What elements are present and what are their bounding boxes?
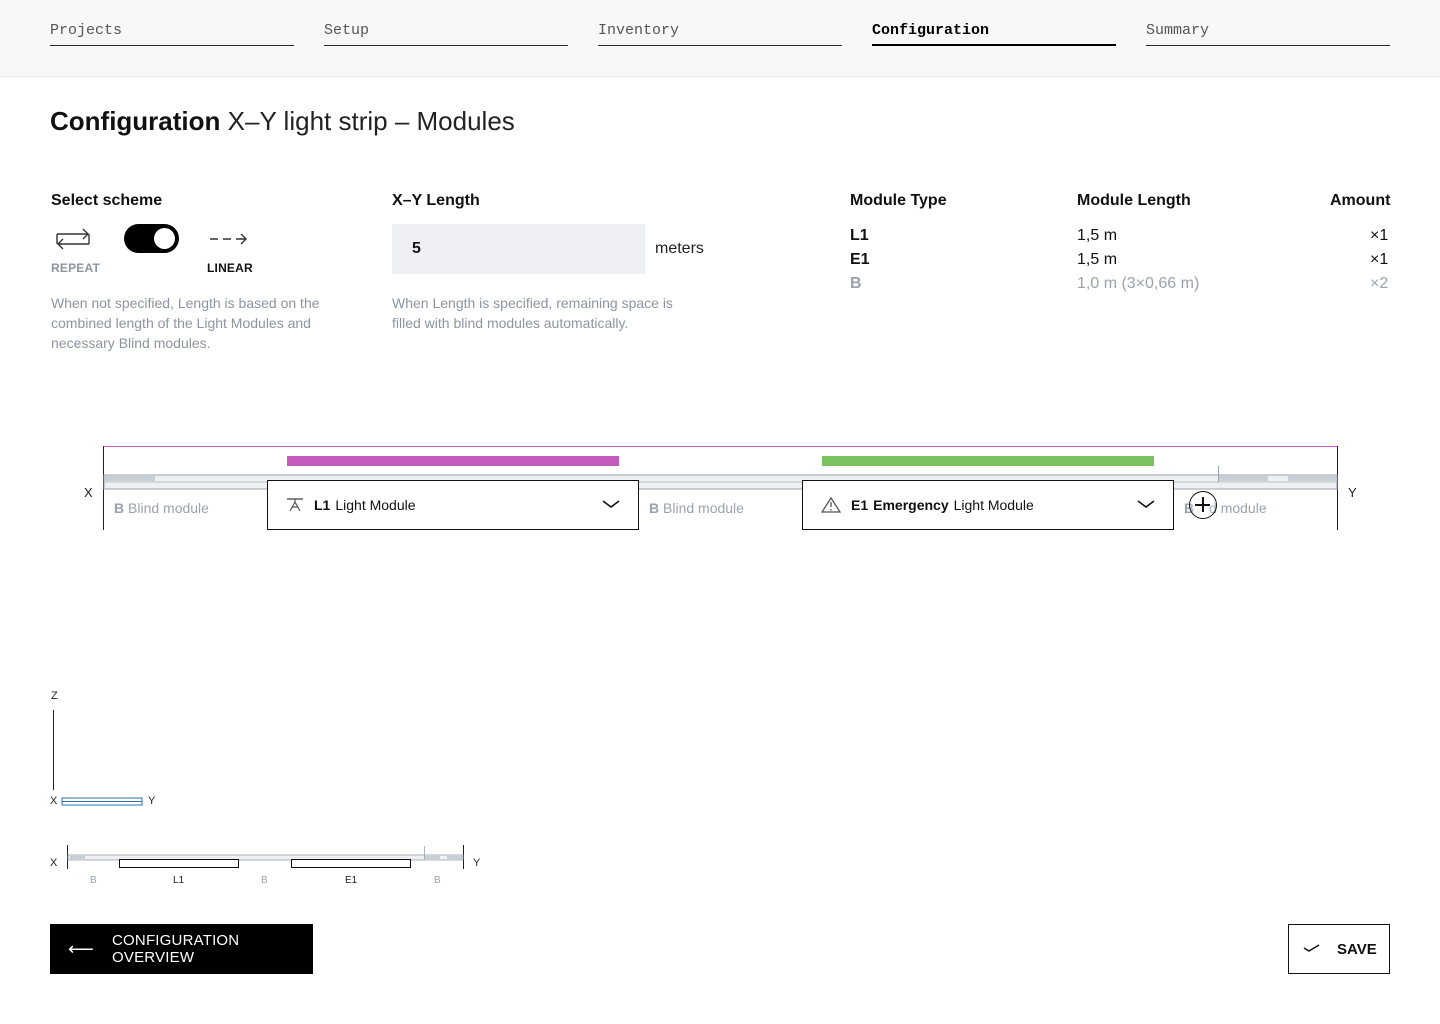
mini-label-b2: B — [261, 875, 268, 886]
blind-module-label-2: B Blind module — [649, 500, 744, 516]
e1-light-bar — [822, 456, 1154, 466]
mini-strip-diagram — [67, 845, 464, 869]
e1-module-code: E1 — [851, 497, 869, 513]
chevron-down-icon[interactable] — [1137, 497, 1155, 511]
add-module-button[interactable] — [1189, 491, 1217, 519]
strip-y-label: Y — [1348, 485, 1357, 500]
configuration-overview-button[interactable]: ⟵ CONFIGURATION OVERVIEW — [50, 924, 313, 974]
save-label: SAVE — [1337, 940, 1377, 958]
mini-y-label: Y — [473, 857, 481, 869]
e1-module-name-bold: Emergency — [873, 497, 949, 513]
arrow-left-icon: ⟵ — [68, 938, 95, 959]
e1-module-select[interactable]: E1 Emergency Light Module — [802, 480, 1174, 530]
save-button[interactable]: SAVE — [1288, 924, 1390, 974]
mini-label-b1: B — [90, 875, 97, 886]
mini-label-e1: E1 — [345, 875, 358, 886]
mini-label-b3: B — [434, 875, 441, 886]
configuration-overview-label: CONFIGURATION OVERVIEW — [112, 932, 240, 966]
chevron-down-icon[interactable] — [602, 497, 620, 511]
e1-module-name: Light Module — [953, 497, 1034, 513]
check-icon — [1303, 944, 1320, 952]
mini-x-label: X — [50, 857, 58, 869]
mini-label-l1: L1 — [173, 875, 185, 886]
emergency-module-icon — [821, 497, 841, 513]
